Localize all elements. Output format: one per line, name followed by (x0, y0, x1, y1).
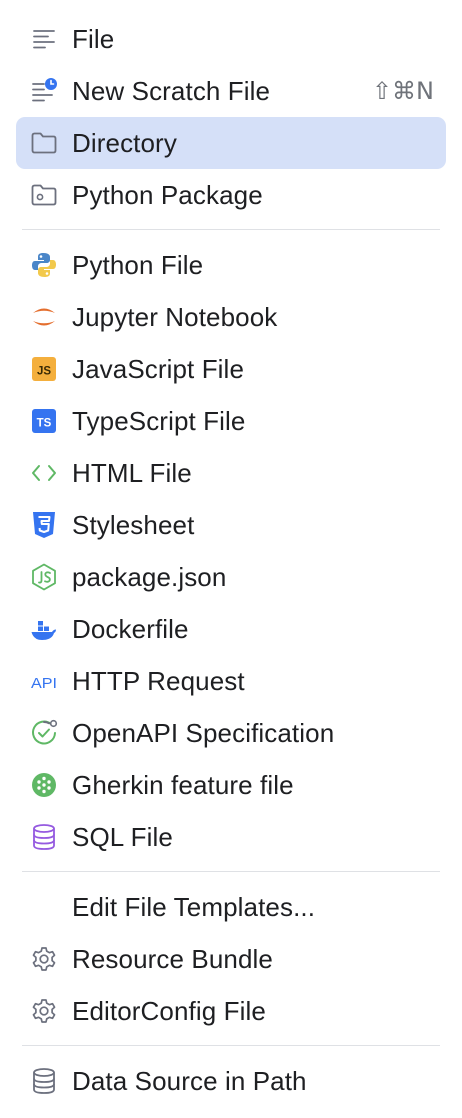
menu-item-label: Python File (72, 249, 204, 280)
package-folder-icon (30, 181, 58, 209)
menu-separator (0, 863, 462, 881)
menu-item-label: package.json (72, 561, 227, 592)
menu-item-sql-file[interactable]: SQL File (16, 811, 446, 863)
menu-item-label: TypeScript File (72, 405, 246, 436)
python-icon (30, 251, 58, 279)
keyboard-shortcut: ⇧⌘N (371, 77, 434, 105)
menu-item-openapi-specification[interactable]: OpenAPI Specification (16, 707, 446, 759)
new-file-popup-menu: File New Scratch File ⇧⌘N Directory Pyth… (0, 0, 462, 1118)
menu-item-label: Resource Bundle (72, 943, 273, 974)
menu-separator (0, 1037, 462, 1055)
api-badge-text: API (31, 675, 57, 692)
nodejs-icon (30, 563, 58, 591)
menu-item-html-file[interactable]: HTML File (16, 447, 446, 499)
menu-item-label: HTTP Request (72, 665, 245, 696)
jupyter-icon (30, 303, 58, 331)
javascript-icon: JS (30, 355, 58, 383)
menu-item-label: JavaScript File (72, 353, 244, 384)
menu-item-label: Python Package (72, 179, 263, 210)
menu-item-typescript-file[interactable]: TS TypeScript File (16, 395, 446, 447)
gear-icon (30, 945, 58, 973)
scratch-file-icon (30, 77, 58, 105)
menu-item-label: File (72, 23, 115, 54)
menu-item-directory[interactable]: Directory (16, 117, 446, 169)
menu-item-label: Gherkin feature file (72, 769, 294, 800)
openapi-icon (30, 719, 58, 747)
menu-item-label: Directory (72, 127, 177, 158)
menu-item-label: Edit File Templates... (72, 891, 316, 922)
api-icon: API (30, 667, 58, 695)
ts-badge-text: TS (37, 418, 52, 430)
menu-item-resource-bundle[interactable]: Resource Bundle (16, 933, 446, 985)
menu-item-label: OpenAPI Specification (72, 717, 335, 748)
menu-item-label: Dockerfile (72, 613, 189, 644)
menu-item-python-file[interactable]: Python File (16, 239, 446, 291)
menu-item-new-scratch-file[interactable]: New Scratch File ⇧⌘N (16, 65, 446, 117)
js-badge-text: JS (37, 366, 51, 378)
menu-item-edit-file-templates[interactable]: Edit File Templates... (16, 881, 446, 933)
menu-item-dockerfile[interactable]: Dockerfile (16, 603, 446, 655)
css-icon (30, 511, 58, 539)
docker-icon (30, 615, 58, 643)
menu-item-gherkin-feature-file[interactable]: Gherkin feature file (16, 759, 446, 811)
menu-item-label: New Scratch File (72, 75, 271, 106)
menu-item-label: Stylesheet (72, 509, 195, 540)
menu-item-label: HTML File (72, 457, 192, 488)
menu-item-jupyter-notebook[interactable]: Jupyter Notebook (16, 291, 446, 343)
menu-item-file[interactable]: File (16, 13, 446, 65)
menu-item-python-package[interactable]: Python Package (16, 169, 446, 221)
text-file-icon (30, 25, 58, 53)
menu-item-label: Jupyter Notebook (72, 301, 278, 332)
menu-item-package-json[interactable]: package.json (16, 551, 446, 603)
menu-item-javascript-file[interactable]: JS JavaScript File (16, 343, 446, 395)
menu-item-editorconfig-file[interactable]: EditorConfig File (16, 985, 446, 1037)
typescript-icon: TS (30, 407, 58, 435)
menu-separator (0, 221, 462, 239)
folder-icon (30, 129, 58, 157)
html-icon (30, 459, 58, 487)
menu-item-label: EditorConfig File (72, 995, 266, 1026)
sql-database-icon (30, 823, 58, 851)
menu-item-data-source-in-path[interactable]: Data Source in Path (16, 1055, 446, 1107)
menu-item-label: SQL File (72, 821, 173, 852)
cucumber-icon (30, 771, 58, 799)
menu-item-http-request[interactable]: API HTTP Request (16, 655, 446, 707)
menu-item-stylesheet[interactable]: Stylesheet (16, 499, 446, 551)
menu-item-label: Data Source in Path (72, 1065, 307, 1096)
database-icon (30, 1067, 58, 1095)
gear-icon (30, 997, 58, 1025)
